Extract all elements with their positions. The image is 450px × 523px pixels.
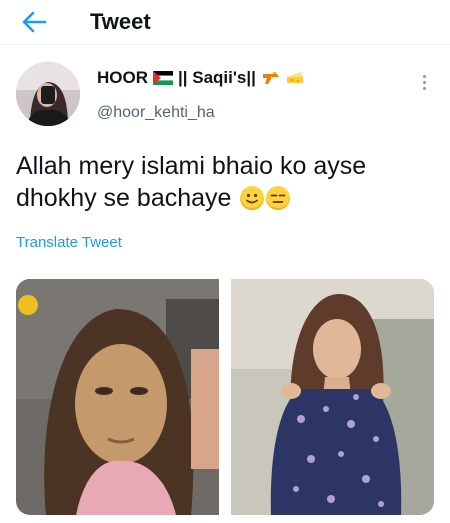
author-handle[interactable]: @hoor_kehti_ha [97,104,215,122]
slightly-smiling-face-icon [240,186,265,210]
back-button[interactable] [16,4,52,40]
top-bar: Tweet [0,0,450,45]
tweet-text: Allah mery islami bhaio ko ayse dhokhy s… [16,150,436,214]
display-name-mid: || Saqii's|| [178,68,256,87]
avatar-image [16,62,80,126]
water-pistol-icon [262,72,279,84]
cheese-wedge-icon [286,72,303,83]
translate-tweet-link[interactable]: Translate Tweet [16,234,122,251]
page-title: Tweet [90,9,151,34]
expressionless-face-icon [266,186,291,210]
tweet-body: Allah mery islami bhaio ko ayse dhokhy s… [16,152,367,212]
more-options-button[interactable] [412,70,436,94]
media-grid [16,279,434,515]
more-vertical-icon [422,74,426,78]
arrow-left-icon [22,11,47,33]
author-name-row[interactable]: HOOR || Saqii's|| [97,68,304,88]
palestine-flag-icon [153,71,173,85]
photo-right[interactable] [231,279,434,515]
photo-left[interactable] [16,279,219,515]
display-name-prefix: HOOR [97,68,148,87]
avatar[interactable] [16,62,80,126]
